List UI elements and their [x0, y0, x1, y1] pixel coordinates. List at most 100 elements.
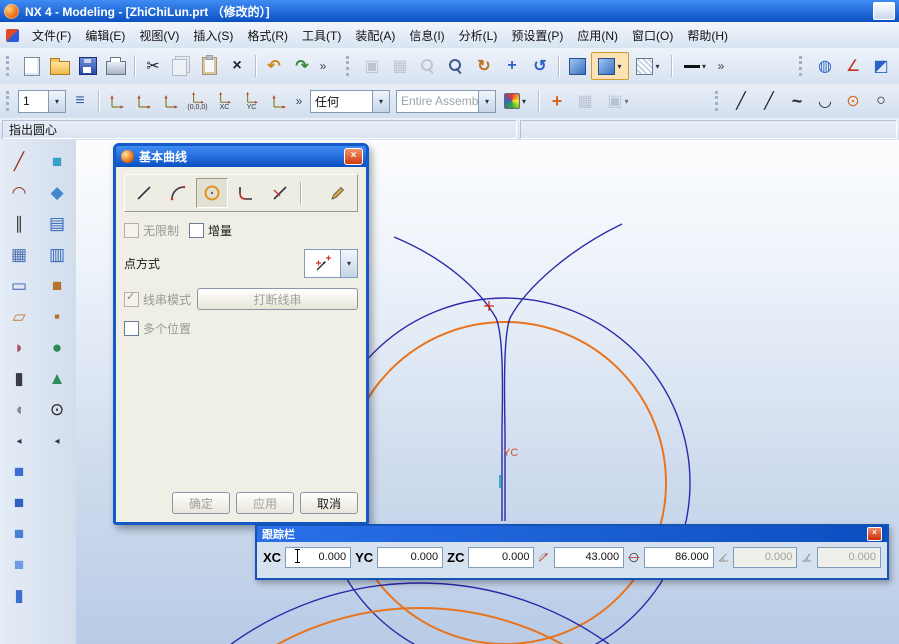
- tracking-bar-close-button[interactable]: ×: [867, 527, 882, 541]
- assembly-scope-combo[interactable]: Entire Assemb ▾: [396, 90, 496, 113]
- delete-button[interactable]: ×: [223, 52, 251, 80]
- fit-view-button[interactable]: ▣: [358, 52, 386, 80]
- layer-settings-button[interactable]: ≡: [66, 87, 94, 115]
- shaft-feature-icon[interactable]: ▮: [5, 582, 33, 610]
- edit-curve-button[interactable]: [322, 178, 354, 208]
- zoom-box-button[interactable]: [414, 52, 442, 80]
- shaded-view-button[interactable]: [563, 52, 591, 80]
- line-curve-button[interactable]: [128, 178, 160, 208]
- apply-button[interactable]: 应用: [236, 492, 294, 514]
- menu-insert[interactable]: 插入(S): [186, 24, 240, 47]
- fillet-curve-button[interactable]: [230, 178, 262, 208]
- wcs-set-yc-button[interactable]: YC: [238, 91, 265, 112]
- line-tool-button[interactable]: ╱: [727, 87, 755, 115]
- menu-tools[interactable]: 工具(T): [295, 24, 348, 47]
- menu-preferences[interactable]: 预设置(P): [504, 24, 570, 47]
- wcs-set-xc-button[interactable]: XC: [211, 91, 238, 112]
- line-point-tool-button[interactable]: ╱: [755, 87, 783, 115]
- toolbar-grip[interactable]: [6, 56, 13, 76]
- menu-edit[interactable]: 编辑(E): [78, 24, 132, 47]
- menu-file[interactable]: 文件(F): [25, 24, 78, 47]
- xc-input[interactable]: [285, 547, 351, 568]
- redo-button[interactable]: ↷: [288, 52, 316, 80]
- cone-icon[interactable]: ▲: [43, 365, 71, 393]
- circle-tool-button[interactable]: ○: [867, 87, 895, 115]
- open-file-button[interactable]: [46, 52, 74, 80]
- spline-tool-button[interactable]: ~: [783, 87, 811, 115]
- point-method-combo[interactable]: ▾: [304, 249, 358, 278]
- trim-curve-button[interactable]: [264, 178, 296, 208]
- print-button[interactable]: [102, 52, 130, 80]
- new-file-button[interactable]: [18, 52, 46, 80]
- pocket-feature-icon[interactable]: ■: [5, 520, 33, 548]
- chevron-down-icon[interactable]: ▾: [478, 91, 495, 112]
- wcs-display-button[interactable]: [265, 94, 292, 109]
- angle-input-2[interactable]: [817, 547, 881, 568]
- reference-pages-icon[interactable]: ▥: [43, 241, 71, 269]
- menu-assemblies[interactable]: 装配(A): [348, 24, 402, 47]
- transform-button[interactable]: +: [543, 87, 571, 115]
- cancel-button[interactable]: 取消: [300, 492, 358, 514]
- pad-feature-icon[interactable]: ■: [5, 551, 33, 579]
- menu-help[interactable]: 帮助(H): [680, 24, 735, 47]
- diameter-input[interactable]: [644, 547, 714, 568]
- save-button[interactable]: [74, 52, 102, 80]
- snap-grid-button[interactable]: ▦: [571, 87, 599, 115]
- measure-button[interactable]: ∠: [839, 52, 867, 80]
- unbounded-checkbox[interactable]: [124, 223, 139, 238]
- yc-input[interactable]: [377, 547, 443, 568]
- wcs-dynamics-button[interactable]: [130, 94, 157, 109]
- break-string-button[interactable]: 打断线串: [197, 288, 358, 310]
- menu-window[interactable]: 窗口(O): [625, 24, 680, 47]
- collapse-toolbar-icon[interactable]: ◂: [43, 427, 71, 455]
- circle-center-tool-button[interactable]: ⊙: [839, 87, 867, 115]
- line-tool-icon[interactable]: ╱: [5, 148, 33, 176]
- zc-input[interactable]: [468, 547, 534, 568]
- snap-options-dropdown[interactable]: ▣▾: [599, 87, 637, 115]
- menu-information[interactable]: 信息(I): [402, 24, 451, 47]
- refresh-view-button[interactable]: ↻: [470, 52, 498, 80]
- block-feature-icon[interactable]: ■: [5, 458, 33, 486]
- sheet-bodies-icon[interactable]: ▤: [43, 210, 71, 238]
- paste-button[interactable]: [195, 52, 223, 80]
- layer-select-combo[interactable]: 1 ▾: [18, 90, 66, 113]
- rotate-view-button[interactable]: ↺: [526, 52, 554, 80]
- window-restore-button[interactable]: [873, 2, 895, 20]
- toolbar-grip[interactable]: [6, 91, 13, 111]
- dialog-title-bar[interactable]: 基本曲线 ×: [116, 146, 366, 167]
- title-bar[interactable]: NX 4 - Modeling - [ZhiChiLun.prt （修改的）]: [0, 0, 899, 22]
- chevron-down-icon[interactable]: ▾: [372, 91, 389, 112]
- wcs-origin-button[interactable]: (0,0,0): [184, 91, 211, 112]
- revolve-feature-icon[interactable]: ◆: [43, 179, 71, 207]
- revolve-icon[interactable]: ◗: [5, 334, 33, 362]
- chevron-down-icon[interactable]: ▾: [48, 91, 65, 112]
- selection-scope-combo[interactable]: 任何 ▾: [310, 90, 390, 113]
- cut-button[interactable]: ✂: [139, 52, 167, 80]
- arc-tool-icon[interactable]: ◠: [5, 179, 33, 207]
- menu-analysis[interactable]: 分析(L): [452, 24, 505, 47]
- radius-input[interactable]: [554, 547, 624, 568]
- wcs-dialog-button[interactable]: [103, 94, 130, 109]
- overflow-chevron-icon[interactable]: »: [292, 94, 306, 108]
- wireframe-view-dropdown[interactable]: ▾: [629, 52, 667, 80]
- zoom-button[interactable]: [442, 52, 470, 80]
- extrude-feature-icon[interactable]: ■: [43, 148, 71, 176]
- string-mode-checkbox[interactable]: ✓: [124, 292, 139, 307]
- menu-format[interactable]: 格式(R): [240, 24, 295, 47]
- undo-button[interactable]: ↶: [260, 52, 288, 80]
- rendering-style-dropdown[interactable]: ▾: [591, 52, 629, 80]
- overflow-chevron-icon[interactable]: »: [316, 59, 330, 73]
- wcs-rotate-button[interactable]: [157, 94, 184, 109]
- toolbar-grip[interactable]: [346, 56, 353, 76]
- line-width-dropdown[interactable]: ▾: [676, 52, 714, 80]
- pan-button[interactable]: +: [498, 52, 526, 80]
- toolbar-grip[interactable]: [715, 91, 722, 111]
- point-icon[interactable]: ⊙: [43, 396, 71, 424]
- ok-button[interactable]: 确定: [172, 492, 230, 514]
- extrude-icon[interactable]: ▱: [5, 303, 33, 331]
- chevron-down-icon[interactable]: ▾: [340, 250, 357, 277]
- basic-curves-icon[interactable]: ∥: [5, 210, 33, 238]
- sketch-icon[interactable]: ▦: [5, 241, 33, 269]
- color-filter-button[interactable]: ▾: [496, 87, 534, 115]
- copy-button[interactable]: [167, 52, 195, 80]
